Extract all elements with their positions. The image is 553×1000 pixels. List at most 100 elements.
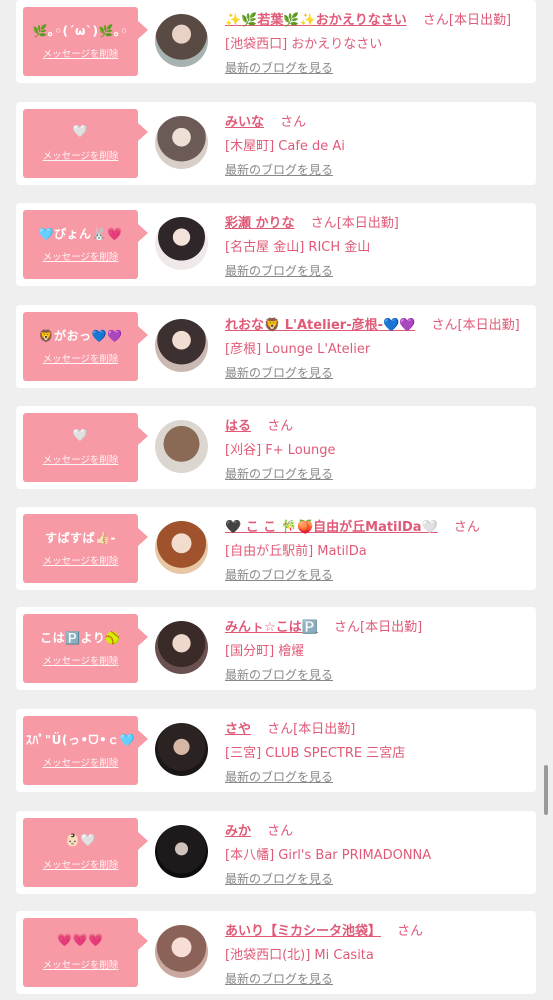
latest-blog-link[interactable]: 最新のブログを見る — [225, 970, 333, 987]
avatar[interactable] — [155, 521, 208, 574]
cast-name-link[interactable]: 彩瀬 かりな — [225, 216, 295, 231]
name-line: 彩瀬 かりな さん[本日出勤] — [225, 212, 399, 231]
honorific: さん — [431, 318, 458, 333]
latest-blog-link[interactable]: 最新のブログを見る — [225, 59, 333, 76]
message-bubble: 💗💗💗 メッセージを削除 — [23, 918, 148, 987]
message-bubble: こは🅿️より🥎 メッセージを削除 — [23, 614, 148, 683]
avatar[interactable] — [155, 420, 208, 473]
avatar[interactable] — [155, 925, 208, 978]
list-item: 🌿｡◦(´ω`)🌿｡◦ メッセージを削除 ✨🌿若葉🌿✨おかえりなさい さん[本日… — [16, 0, 536, 83]
shop-info: [自由が丘駅前] MatilDa — [225, 544, 367, 559]
latest-blog-link[interactable]: 最新のブログを見る — [225, 465, 333, 482]
name-line: さや さん[本日出勤] — [225, 718, 355, 737]
honorific: さん — [333, 620, 360, 635]
shop-info: [木屋町] Cafe de Ai — [225, 139, 345, 154]
list-item: 🩵ぴょん🐰💗 メッセージを削除 彩瀬 かりな さん[本日出勤] [名古屋 金山]… — [16, 203, 536, 286]
avatar[interactable] — [155, 621, 208, 674]
delete-message-link[interactable]: メッセージを削除 — [23, 653, 138, 667]
latest-blog-link[interactable]: 最新のブログを見る — [225, 768, 333, 785]
name-line: れおな🦁 L'Atelier-彦根-💙💜 さん[本日出勤] — [225, 314, 520, 333]
name-line: みいな さん — [225, 111, 306, 130]
shop-info: [国分町] 檜燿 — [225, 644, 305, 659]
avatar[interactable] — [155, 825, 208, 878]
delete-message-link[interactable]: メッセージを削除 — [23, 148, 138, 162]
work-today-badge: [本日出勤] — [336, 216, 399, 231]
cast-name-link[interactable]: はる — [225, 419, 251, 434]
message-bubble: 🩵ぴょん🐰💗 メッセージを削除 — [23, 210, 148, 279]
delete-message-link[interactable]: メッセージを削除 — [23, 46, 138, 60]
cast-name-link[interactable]: みか — [225, 824, 251, 839]
work-today-badge: [本日出勤] — [360, 620, 423, 635]
message-text: こは🅿️より🥎 — [40, 631, 121, 645]
message-bubble: 🤍 メッセージを削除 — [23, 413, 148, 482]
latest-blog-link[interactable]: 最新のブログを見る — [225, 566, 333, 583]
honorific: さん — [267, 722, 294, 737]
honorific: さん — [280, 115, 307, 130]
name-line: みか さん — [225, 820, 293, 839]
avatar[interactable] — [155, 319, 208, 372]
shop-info: [刈谷] F+ Lounge — [225, 443, 336, 458]
delete-message-link[interactable]: メッセージを削除 — [23, 553, 138, 567]
cast-name-link[interactable]: あいり【ミカシータ池袋】 — [225, 924, 381, 939]
message-text: ｽﾊﾟ"Ü(っ•ᗜ•ｃ🩵 — [25, 733, 136, 747]
cast-name-link[interactable]: れおな🦁 L'Atelier-彦根-💙💜 — [225, 318, 415, 333]
work-today-badge: [本日出勤] — [448, 13, 512, 28]
list-item: 💗💗💗 メッセージを削除 あいり【ミカシータ池袋】 さん [池袋西口(北)] M… — [16, 911, 536, 994]
delete-message-link[interactable]: メッセージを削除 — [23, 452, 138, 466]
name-line: あいり【ミカシータ池袋】 さん — [225, 920, 423, 939]
message-text: 🤍 — [72, 124, 89, 138]
list-item: ｽﾊﾟ"Ü(っ•ᗜ•ｃ🩵 メッセージを削除 さや さん[本日出勤] [三宮] C… — [16, 709, 536, 792]
name-line: はる さん — [225, 415, 293, 434]
name-line: 🖤 こ こ 🎋🍑自由が丘MatilDa🤍 さん — [225, 516, 480, 535]
message-bubble: 👶🏻🤍 メッセージを削除 — [23, 818, 148, 887]
cast-name-link[interactable]: 🖤 こ こ 🎋🍑自由が丘MatilDa🤍 — [225, 520, 438, 535]
work-today-badge: [本日出勤] — [293, 722, 356, 737]
message-bubble: ｽﾊﾟ"Ü(っ•ᗜ•ｃ🩵 メッセージを削除 — [23, 716, 148, 785]
list-item: すぱすぱ👍🏻- メッセージを削除 🖤 こ こ 🎋🍑自由が丘MatilDa🤍 さん… — [16, 507, 536, 590]
shop-info: [本八幡] Girl's Bar PRIMADONNA — [225, 848, 432, 863]
shop-info: [池袋西口] おかえりなさい — [225, 37, 383, 52]
list-item: 🦁がおっ💙💜 メッセージを削除 れおな🦁 L'Atelier-彦根-💙💜 さん[… — [16, 305, 536, 388]
message-bubble: 🌿｡◦(´ω`)🌿｡◦ メッセージを削除 — [23, 7, 148, 76]
cast-name-link[interactable]: みんㇳ☆こは🅿️ — [225, 620, 318, 635]
message-bubble: 🦁がおっ💙💜 メッセージを削除 — [23, 312, 148, 381]
delete-message-link[interactable]: メッセージを削除 — [23, 351, 138, 365]
message-text: 🌿｡◦(´ω`)🌿｡◦ — [32, 24, 129, 38]
avatar[interactable] — [155, 217, 208, 270]
latest-blog-link[interactable]: 最新のブログを見る — [225, 364, 333, 381]
latest-blog-link[interactable]: 最新のブログを見る — [225, 161, 333, 178]
honorific: さん — [267, 824, 294, 839]
name-line: みんㇳ☆こは🅿️ さん[本日出勤] — [225, 616, 422, 635]
message-bubble: 🤍 メッセージを削除 — [23, 109, 148, 178]
scrollbar[interactable] — [544, 765, 548, 815]
message-text: 🦁がおっ💙💜 — [38, 329, 123, 343]
delete-message-link[interactable]: メッセージを削除 — [23, 857, 138, 871]
cast-name-link[interactable]: ✨🌿若葉🌿✨おかえりなさい — [225, 13, 407, 28]
work-today-badge: [本日出勤] — [457, 318, 520, 333]
avatar[interactable] — [155, 723, 208, 776]
avatar[interactable] — [155, 14, 208, 67]
latest-blog-link[interactable]: 最新のブログを見る — [225, 262, 333, 279]
latest-blog-link[interactable]: 最新のブログを見る — [225, 666, 333, 683]
message-text: 🤍 — [72, 428, 89, 442]
name-line: ✨🌿若葉🌿✨おかえりなさい さん[本日出勤] — [225, 9, 511, 28]
delete-message-link[interactable]: メッセージを削除 — [23, 755, 138, 769]
list-item: こは🅿️より🥎 メッセージを削除 みんㇳ☆こは🅿️ さん[本日出勤] [国分町]… — [16, 607, 536, 690]
latest-blog-link[interactable]: 最新のブログを見る — [225, 870, 333, 887]
delete-message-link[interactable]: メッセージを削除 — [23, 957, 138, 971]
cast-name-link[interactable]: みいな — [225, 115, 264, 130]
shop-info: [名古屋 金山] RICH 金山 — [225, 240, 371, 255]
list-item: 👶🏻🤍 メッセージを削除 みか さん [本八幡] Girl's Bar PRIM… — [16, 811, 536, 894]
honorific: さん — [397, 924, 424, 939]
shop-info: [三宮] CLUB SPECTRE 三宮店 — [225, 746, 406, 761]
delete-message-link[interactable]: メッセージを削除 — [23, 249, 138, 263]
honorific: さん — [267, 419, 294, 434]
avatar[interactable] — [155, 116, 208, 169]
cast-name-link[interactable]: さや — [225, 722, 251, 737]
honorific: さん — [310, 216, 337, 231]
message-bubble: すぱすぱ👍🏻- メッセージを削除 — [23, 514, 148, 583]
shop-info: [池袋西口(北)] Mi Casita — [225, 948, 374, 963]
message-text: 👶🏻🤍 — [65, 833, 96, 847]
message-text: すぱすぱ👍🏻- — [45, 531, 116, 545]
shop-info: [彦根] Lounge L'Atelier — [225, 342, 371, 357]
